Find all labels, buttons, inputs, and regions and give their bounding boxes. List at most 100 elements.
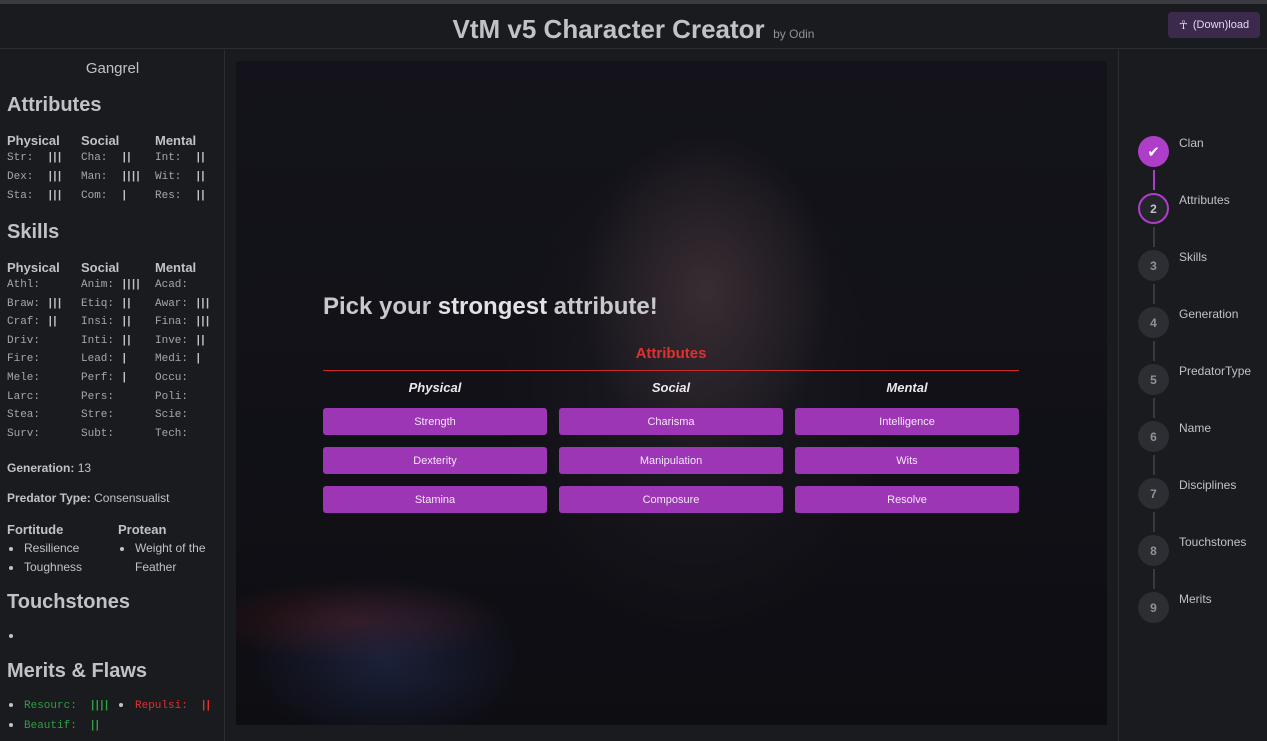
discipline-protean: Protean — [118, 522, 167, 537]
skill-stat-label: Insi: — [81, 316, 115, 329]
app-title: VtM v5 Character Creator by Odin — [0, 14, 1267, 45]
skill-stat-label: Craf: — [7, 316, 41, 329]
list-bullet — [119, 703, 123, 707]
skill-stat-label: Surv: — [7, 427, 41, 440]
discipline-power: Toughness — [24, 560, 83, 574]
stamina-button[interactable]: Stamina — [323, 486, 547, 513]
attribute-stat-label: Cha: — [81, 152, 108, 164]
step-connector — [1153, 341, 1155, 361]
wits-button[interactable]: Wits — [795, 447, 1019, 474]
step-disciplines-label[interactable]: Disciplines — [1179, 478, 1236, 492]
list-bullet — [9, 566, 13, 570]
attributes-heading: Attributes — [7, 94, 102, 116]
step-predatortype-label[interactable]: PredatorType — [1179, 364, 1251, 378]
list-bullet — [9, 634, 13, 638]
skill-col-mental: Mental — [155, 260, 197, 275]
touchstones-heading: Touchstones — [7, 591, 130, 613]
attribute-stat-dots: ||| — [47, 171, 63, 183]
intelligence-button[interactable]: Intelligence — [795, 408, 1019, 435]
step-touchstones-label[interactable]: Touchstones — [1179, 535, 1246, 549]
attribute-stat-label: Dex: — [7, 171, 34, 183]
skill-stat-label: Fire: — [7, 353, 41, 366]
step-predatortype-indicator[interactable]: 5 — [1138, 364, 1169, 395]
step-connector — [1153, 227, 1155, 247]
skill-stat-label: Anim: — [81, 279, 115, 291]
strength-button[interactable]: Strength — [323, 408, 547, 435]
composure-button[interactable]: Composure — [559, 486, 783, 513]
attribute-stat-dots: ||| — [47, 190, 63, 202]
list-bullet — [9, 547, 13, 551]
flaw-dots: || — [200, 700, 211, 712]
step-name-label[interactable]: Name — [1179, 421, 1211, 435]
clan-name: Gangrel — [85, 60, 140, 77]
step-attributes-label[interactable]: Attributes — [1179, 193, 1230, 207]
skill-stat-dots: | — [121, 353, 127, 366]
discipline-power: Resilience — [24, 541, 80, 555]
skill-stat-label: Perf: — [81, 372, 115, 384]
skill-stat-dots: || — [121, 297, 132, 310]
pick-attribute-prompt: Pick your strongest attribute! — [323, 293, 658, 321]
merit-name: Beautif: — [24, 720, 77, 732]
step-connector — [1153, 398, 1155, 418]
step-skills-label[interactable]: Skills — [1179, 250, 1207, 264]
attribute-picker-panel: Pick your strongest attribute! Attribute… — [236, 61, 1107, 725]
merit-item: Beautif: || — [24, 720, 101, 732]
attribute-stat-dots: || — [121, 152, 132, 164]
skill-stat-label: Lead: — [81, 353, 115, 366]
attribute-stat-label: Man: — [81, 171, 108, 183]
prompt-pre: Pick your — [323, 293, 438, 320]
skill-stat-label: Stea: — [7, 409, 41, 422]
skill-stat-label: Stre: — [81, 409, 115, 422]
step-skills-indicator[interactable]: 3 — [1138, 250, 1169, 281]
step-merits-label[interactable]: Merits — [1179, 592, 1212, 606]
skill-stat-label: Braw: — [7, 297, 41, 310]
charisma-button[interactable]: Charisma — [559, 408, 783, 435]
generation-info: Generation: 13 — [7, 461, 91, 475]
prompt-post: attribute! — [547, 293, 658, 320]
step-disciplines-indicator[interactable]: 7 — [1138, 478, 1169, 509]
character-sheet-sidebar: Gangrel Attributes Physical Social Mental S… — [0, 50, 225, 741]
attribute-stat-label: Com: — [81, 190, 108, 202]
attribute-col-physical: Physical — [7, 133, 60, 148]
list-bullet — [9, 723, 13, 727]
skill-stat-label: Occu: — [155, 372, 189, 384]
skills-heading: Skills — [7, 221, 60, 243]
app-title-text: VtM v5 Character Creator — [452, 14, 765, 44]
manipulation-button[interactable]: Manipulation — [559, 447, 783, 474]
skill-stat-label: Medi: — [155, 353, 189, 366]
step-clan-label[interactable]: Clan — [1179, 136, 1204, 150]
skill-stat-label: Scie: — [155, 409, 189, 422]
step-generation-indicator[interactable]: 4 — [1138, 307, 1169, 338]
skill-col-physical: Physical — [7, 260, 60, 275]
step-connector — [1153, 512, 1155, 532]
step-touchstones-indicator[interactable]: 8 — [1138, 535, 1169, 566]
step-attributes-indicator[interactable]: 2 — [1138, 193, 1169, 224]
step-merits-indicator[interactable]: 9 — [1138, 592, 1169, 623]
skill-stat-label: Driv: — [7, 334, 41, 347]
step-generation-label[interactable]: Generation — [1179, 307, 1238, 321]
skill-stat-label: Etiq: — [81, 297, 115, 310]
resolve-button[interactable]: Resolve — [795, 486, 1019, 513]
skill-stat-dots: | — [195, 353, 201, 366]
skill-stat-label: Larc: — [7, 390, 41, 403]
step-clan-indicator[interactable]: ✔ — [1138, 136, 1169, 167]
generation-label: Generation: — [7, 461, 75, 475]
check-icon: ✔ — [1147, 143, 1160, 161]
dexterity-button[interactable]: Dexterity — [323, 447, 547, 474]
skill-stat-label: Athl: — [7, 279, 41, 291]
predator-info: Predator Type: Consensualist — [7, 491, 170, 505]
attribute-stat-label: Int: — [155, 152, 182, 164]
flaw-name: Repulsi: — [135, 700, 188, 712]
prompt-strong: strongest — [437, 293, 548, 320]
merit-item: Resourc: |||| — [24, 700, 110, 712]
download-button[interactable]: ☥ (Down)load — [1168, 12, 1260, 38]
category-social: Social — [651, 380, 691, 395]
app-header: VtM v5 Character Creator by Odin ☥ (Down… — [0, 4, 1267, 49]
merit-name: Resourc: — [24, 700, 77, 712]
attribute-stat-label: Str: — [7, 152, 34, 164]
skill-stat-dots: || — [47, 316, 58, 329]
app-author: by Odin — [773, 27, 815, 41]
skill-col-social: Social — [81, 260, 120, 275]
step-name-indicator[interactable]: 6 — [1138, 421, 1169, 452]
skill-stat-dots: ||| — [195, 316, 211, 329]
